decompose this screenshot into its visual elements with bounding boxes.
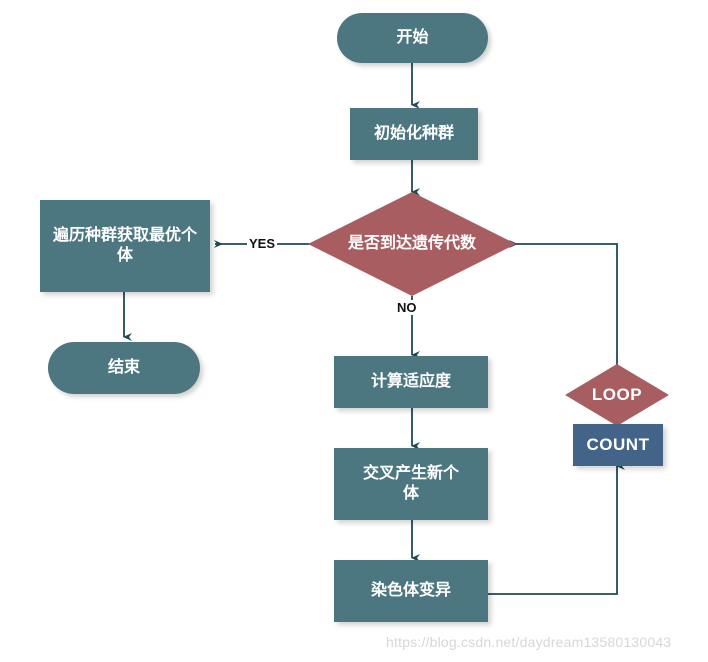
node-loop-label: LOOP: [591, 385, 643, 405]
flowchart-canvas: 开始 初始化种群 是否到达遗传代数 遍历种群获取最优个体 结束 计算适应度 交叉…: [0, 0, 708, 662]
node-start[interactable]: 开始: [337, 13, 488, 63]
node-init-population-label: 初始化种群: [373, 125, 454, 142]
node-init-population[interactable]: 初始化种群: [350, 108, 478, 160]
node-start-label: 开始: [396, 29, 429, 46]
node-loop[interactable]: LOOP: [565, 364, 669, 426]
node-end[interactable]: 结束: [48, 342, 200, 394]
edge-mutation-to-count: [488, 462, 625, 595]
node-calculate-fitness-label: 计算适应度: [370, 373, 451, 390]
node-crossover[interactable]: 交叉产生新个体: [334, 448, 488, 520]
node-decision-generations[interactable]: 是否到达遗传代数: [308, 192, 516, 296]
watermark-url: https://blog.csdn.net/daydream1358013004…: [386, 634, 672, 650]
edge-label-yes: YES: [247, 236, 278, 251]
node-count[interactable]: COUNT: [573, 424, 663, 466]
node-count-label: COUNT: [586, 435, 650, 455]
node-traverse-best-individual[interactable]: 遍历种群获取最优个体: [40, 200, 210, 292]
edge-loop-to-decision: [509, 240, 618, 365]
node-mutation-label: 染色体变异: [370, 582, 451, 599]
node-mutation[interactable]: 染色体变异: [334, 560, 488, 622]
edge-label-no: NO: [395, 300, 419, 315]
node-crossover-label: 交叉产生新个体: [362, 465, 459, 502]
node-decision-generations-label: 是否到达遗传代数: [347, 235, 476, 252]
node-calculate-fitness[interactable]: 计算适应度: [334, 356, 488, 408]
node-end-label: 结束: [107, 359, 140, 376]
node-traverse-best-individual-label: 遍历种群获取最优个体: [52, 227, 197, 264]
